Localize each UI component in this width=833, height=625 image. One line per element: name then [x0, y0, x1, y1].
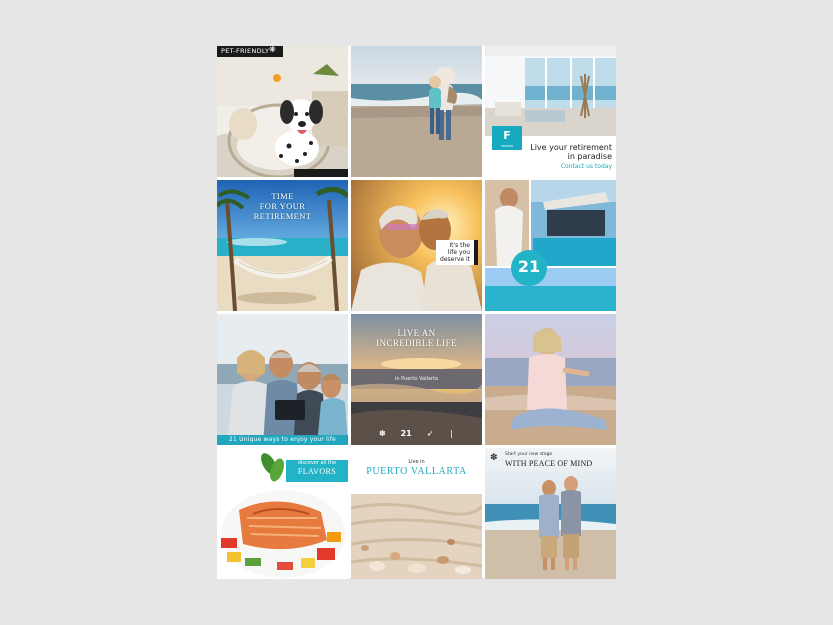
tagline-line1: It's the — [449, 242, 470, 249]
headline-line1: Live your retirement — [530, 143, 612, 152]
header-small-text: Live in — [408, 459, 425, 465]
ribbon-title: FLAVORS — [297, 467, 337, 476]
tile-pet-friendly-dog[interactable]: PET-FRIENDLY ❋ — [217, 46, 348, 177]
collage-photo — [485, 180, 616, 311]
tile-meditation-beach[interactable] — [485, 314, 616, 445]
header-small-text: Start your new stage — [505, 452, 553, 457]
headline-line1: LIVE AN — [397, 328, 436, 338]
tower-logo-icon: ❘ — [448, 428, 455, 438]
twenty-one-logo: 21 — [400, 428, 412, 438]
bird-logo-icon: ➶ — [426, 428, 434, 438]
tile-live-retirement-paradise[interactable]: F FENDER Live your retirement in paradis… — [485, 46, 616, 177]
beach-walk-photo — [351, 46, 482, 177]
tile-salmon-flavors[interactable]: discover all the FLAVORS — [217, 448, 348, 579]
brand-logo-text: FENDER — [500, 144, 514, 148]
headline-line2: in paradise — [567, 152, 612, 161]
header-title: WITH PEACE OF MIND — [505, 459, 593, 468]
tile-peace-of-mind[interactable]: ✽ Start your new stage WITH PEACE OF MIN… — [485, 448, 616, 579]
tile-live-incredible-life[interactable]: LIVE AN INCREDIBLE LIFE in Puerto Vallar… — [351, 314, 482, 445]
headline-line1: TIME — [271, 191, 294, 201]
headline-line2: INCREDIBLE LIFE — [376, 338, 457, 348]
tile-collage-21[interactable]: 21 — [485, 180, 616, 311]
ribbon-small-text: discover all the — [297, 460, 337, 466]
tile-life-you-deserve[interactable]: It's the life you deserve it — [351, 180, 482, 311]
tagline-box: It's the life you deserve it — [436, 240, 478, 265]
meditation-photo — [485, 314, 616, 445]
headline: LIVE AN INCREDIBLE LIFE — [351, 328, 482, 348]
twenty-one-badge: 21 — [511, 250, 547, 286]
tagline-line2: life you — [447, 249, 470, 256]
caption-bar: 21 Unique ways to enjoy your life — [217, 435, 348, 445]
subtitle: in Puerto Vallarta — [394, 376, 438, 382]
family-photo — [217, 314, 348, 445]
palm-logo-icon: ✽ — [379, 428, 386, 438]
cta-text: Contact us today — [560, 163, 612, 170]
brand-logo: F FENDER — [492, 126, 522, 150]
tile-family-tablet[interactable]: 21 Unique ways to enjoy your life — [217, 314, 348, 445]
tile-live-in-puerto-vallarta[interactable]: Live in PUERTO VALLARTA — [351, 448, 482, 579]
paw-icon: ❋ — [269, 46, 276, 54]
tagline-line3: deserve it — [440, 256, 470, 263]
headline-line3: RETIREMENT — [253, 211, 312, 221]
photo-grid: PET-FRIENDLY ❋ F FENDER Live your retire… — [217, 46, 616, 579]
dog-photo — [217, 46, 348, 177]
logo-row: ✽ 21 ➶ ❘ — [379, 427, 455, 439]
tile-beach-walk[interactable] — [351, 46, 482, 177]
headline: TIME FOR YOUR RETIREMENT — [217, 191, 348, 221]
flavors-ribbon: discover all the FLAVORS — [286, 460, 348, 482]
palm-logo-icon: ✽ — [490, 453, 498, 463]
tile-time-for-retirement[interactable]: TIME FOR YOUR RETIREMENT — [217, 180, 348, 311]
header-title: PUERTO VALLARTA — [366, 466, 467, 477]
brand-logo-letter: F — [503, 129, 511, 142]
dark-caption-bar — [294, 169, 348, 177]
headline-line2: FOR YOUR — [259, 201, 306, 211]
